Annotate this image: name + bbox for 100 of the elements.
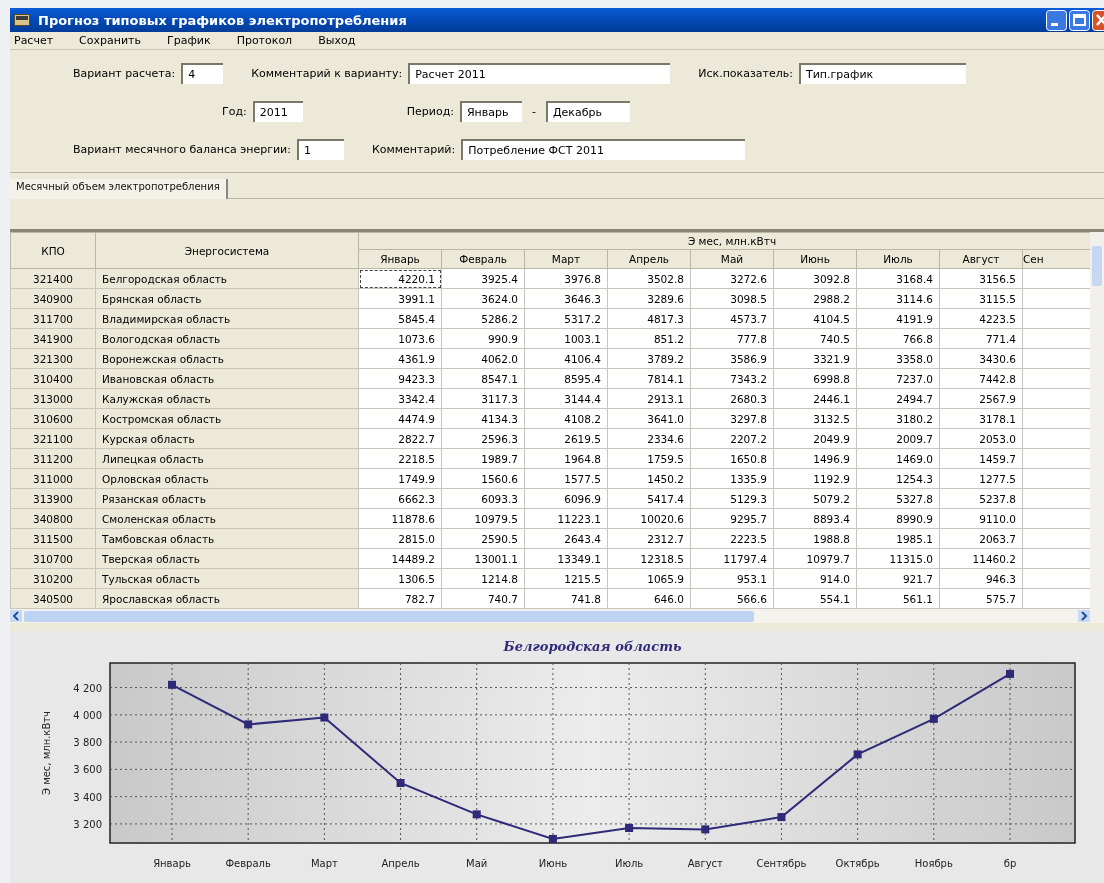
table-cell: 4134.3 <box>441 408 525 429</box>
table-cell: 6093.3 <box>441 488 525 509</box>
horizontal-scrollbar[interactable] <box>10 609 1090 623</box>
table-cell: 2913.1 <box>607 388 691 409</box>
table-cell: 4223.5 <box>939 308 1023 329</box>
menu-item[interactable]: График <box>163 34 223 47</box>
table-cell: 11460.2 <box>939 548 1023 569</box>
y-axis-label: Э мес, млн.кВтч <box>41 711 52 795</box>
input-field[interactable]: Январь <box>459 101 522 122</box>
table-cell: 5286.2 <box>441 308 525 329</box>
table-cell: 5237.8 <box>939 488 1023 509</box>
data-point <box>625 824 634 832</box>
minimize-icon[interactable] <box>1046 9 1067 31</box>
table-cell: 321400 <box>10 268 96 289</box>
menu-item[interactable]: Протокол <box>232 34 305 47</box>
table-cell: 851.2 <box>607 328 691 349</box>
table-cell: 7343.2 <box>690 368 774 389</box>
tab[interactable]: Месячный объем электропотребления <box>10 179 228 199</box>
table-cell: 3117.3 <box>441 388 525 409</box>
input-field[interactable]: Потребление ФСТ 2011 <box>461 139 746 160</box>
input-field[interactable]: Расчет 2011 <box>408 63 671 84</box>
table-cell: 5129.3 <box>690 488 774 509</box>
table-cell: 1003.1 <box>524 328 608 349</box>
menu-item[interactable]: Выход <box>314 34 368 47</box>
table-cell: 340900 <box>10 288 96 309</box>
table-cell: 14489.2 <box>358 548 442 569</box>
table-cell: 2312.7 <box>607 528 691 549</box>
table-cell: 4220.1 <box>358 268 442 289</box>
table-cell: 1989.7 <box>441 448 525 469</box>
table-cell: 2567.9 <box>939 388 1023 409</box>
scroll-right-icon[interactable] <box>1078 610 1090 622</box>
table-cell: 3092.8 <box>773 268 857 289</box>
table-cell: 2334.6 <box>607 428 691 449</box>
table-cell: 566.6 <box>690 588 774 609</box>
table-cell: 7814.1 <box>607 368 691 389</box>
table-cell: 2619.5 <box>524 428 608 449</box>
table-cell: 5417.4 <box>607 488 691 509</box>
table-cell: 3156.5 <box>939 268 1023 289</box>
data-point <box>168 680 176 689</box>
x-tick-label: Август <box>687 858 723 869</box>
table-cell: 1577.5 <box>524 468 608 489</box>
table-cell: 12318.5 <box>607 548 691 569</box>
table-cell: 3289.6 <box>607 288 691 309</box>
table-cell: 3624.0 <box>441 288 525 309</box>
table-cell: 953.1 <box>690 568 774 589</box>
table-cell: 946.3 <box>939 568 1023 589</box>
table-cell: 7237.0 <box>856 368 940 389</box>
data-point <box>777 813 786 822</box>
table-cell: 2446.1 <box>773 388 857 409</box>
table-cell: 1450.2 <box>607 468 691 489</box>
table-cell: 340500 <box>10 588 96 609</box>
menu-item[interactable]: Расчет <box>10 34 66 47</box>
table-cell: 921.7 <box>856 568 940 589</box>
data-point <box>1006 669 1014 678</box>
data-point <box>320 713 329 722</box>
table-cell: 1335.9 <box>690 468 774 489</box>
maximize-icon[interactable] <box>1069 9 1090 31</box>
x-tick-label: Май <box>466 858 488 869</box>
table-cell: 2009.7 <box>856 428 940 449</box>
data-point <box>929 714 938 723</box>
table-cell: 740.7 <box>441 588 525 609</box>
data-point <box>853 750 862 759</box>
y-tick-label: 3 400 <box>73 791 102 803</box>
table-cell: 321100 <box>10 428 96 449</box>
table-cell: 3789.2 <box>607 348 691 369</box>
menu-item[interactable]: Сохранить <box>75 34 153 47</box>
close-icon[interactable] <box>1092 9 1104 31</box>
field-label: Год: <box>222 105 247 118</box>
x-tick-label: Октябрь <box>835 858 880 869</box>
table-cell: 1192.9 <box>773 468 857 489</box>
table-cell: 1215.5 <box>524 568 608 589</box>
table-cell: 2049.9 <box>773 428 857 449</box>
table-cell: 11878.6 <box>358 508 442 529</box>
input-field[interactable]: 4 <box>181 63 224 84</box>
table-cell: 782.7 <box>358 588 442 609</box>
column-header[interactable]: Энергосистема <box>95 232 359 269</box>
table-cell: 1065.9 <box>607 568 691 589</box>
table-cell: 3297.8 <box>690 408 774 429</box>
field-label: Комментарий к варианту: <box>251 67 403 80</box>
table-cell: 8547.1 <box>441 368 525 389</box>
table-cell: 7442.8 <box>939 368 1023 389</box>
input-field[interactable]: Декабрь <box>545 101 630 122</box>
column-header[interactable]: КПО <box>10 232 96 269</box>
input-field[interactable]: 1 <box>296 139 344 160</box>
range-separator: - <box>531 105 536 118</box>
table-cell: 3641.0 <box>607 408 691 429</box>
y-tick-label: 3 600 <box>73 764 102 776</box>
vertical-scrollbar[interactable] <box>1090 232 1104 623</box>
table-cell: 2822.7 <box>358 428 442 449</box>
table-cell: 341900 <box>10 328 96 349</box>
table-cell: 6998.8 <box>773 368 857 389</box>
x-tick-label: Февраль <box>225 858 271 869</box>
table-cell: 10020.6 <box>607 508 691 529</box>
table-cell: 4361.9 <box>358 348 442 369</box>
table-cell: 1214.8 <box>441 568 525 589</box>
input-field[interactable]: 2011 <box>252 101 303 122</box>
field-label: Вариант расчета: <box>73 67 176 80</box>
table-cell: 3168.4 <box>856 268 940 289</box>
input-field[interactable]: Тип.график <box>798 63 966 84</box>
scroll-left-icon[interactable] <box>10 610 22 622</box>
